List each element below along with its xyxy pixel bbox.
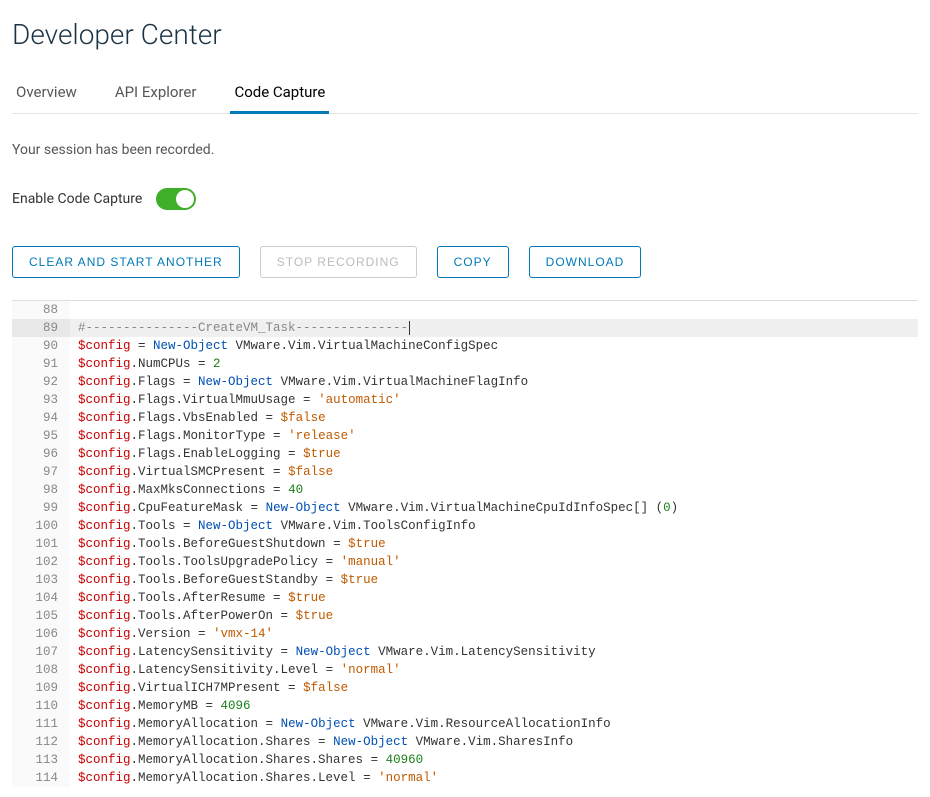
line-number: 106 bbox=[12, 625, 70, 643]
code-content[interactable]: $config.MemoryAllocation.Shares.Shares =… bbox=[70, 751, 423, 769]
stop-recording-button: STOP RECORDING bbox=[260, 246, 417, 278]
code-content[interactable]: $config.Flags.VirtualMmuUsage = 'automat… bbox=[70, 391, 401, 409]
code-line[interactable]: 88 bbox=[12, 301, 918, 319]
code-content[interactable]: $config.Flags.EnableLogging = $true bbox=[70, 445, 341, 463]
code-line[interactable]: 95$config.Flags.MonitorType = 'release' bbox=[12, 427, 918, 445]
line-number: 114 bbox=[12, 769, 70, 787]
tab-code-capture[interactable]: Code Capture bbox=[230, 75, 329, 113]
code-line[interactable]: 98$config.MaxMksConnections = 40 bbox=[12, 481, 918, 499]
code-content[interactable]: $config.Tools.BeforeGuestStandby = $true bbox=[70, 571, 378, 589]
code-line[interactable]: 114$config.MemoryAllocation.Shares.Level… bbox=[12, 769, 918, 787]
tab-bar: Overview API Explorer Code Capture bbox=[12, 75, 918, 114]
clear-start-another-button[interactable]: CLEAR AND START ANOTHER bbox=[12, 246, 240, 278]
code-line[interactable]: 106$config.Version = 'vmx-14' bbox=[12, 625, 918, 643]
line-number: 101 bbox=[12, 535, 70, 553]
code-line[interactable]: 102$config.Tools.ToolsUpgradePolicy = 'm… bbox=[12, 553, 918, 571]
code-content[interactable]: $config.Version = 'vmx-14' bbox=[70, 625, 273, 643]
code-content[interactable]: $config.LatencySensitivity.Level = 'norm… bbox=[70, 661, 401, 679]
code-content[interactable]: $config.NumCPUs = 2 bbox=[70, 355, 221, 373]
code-content[interactable]: $config.MaxMksConnections = 40 bbox=[70, 481, 303, 499]
line-number: 91 bbox=[12, 355, 70, 373]
code-content[interactable]: $config.Tools.AfterPowerOn = $true bbox=[70, 607, 333, 625]
line-number: 100 bbox=[12, 517, 70, 535]
line-number: 95 bbox=[12, 427, 70, 445]
code-line[interactable]: 112$config.MemoryAllocation.Shares = New… bbox=[12, 733, 918, 751]
page-title: Developer Center bbox=[12, 18, 918, 51]
code-line[interactable]: 107$config.LatencySensitivity = New-Obje… bbox=[12, 643, 918, 661]
line-number: 93 bbox=[12, 391, 70, 409]
code-line[interactable]: 91$config.NumCPUs = 2 bbox=[12, 355, 918, 373]
code-line[interactable]: 103$config.Tools.BeforeGuestStandby = $t… bbox=[12, 571, 918, 589]
line-number: 110 bbox=[12, 697, 70, 715]
code-line[interactable]: 109$config.VirtualICH7MPresent = $false bbox=[12, 679, 918, 697]
line-number: 89 bbox=[12, 319, 70, 337]
text-cursor-icon bbox=[409, 321, 410, 335]
code-line[interactable]: 113$config.MemoryAllocation.Shares.Share… bbox=[12, 751, 918, 769]
line-number: 90 bbox=[12, 337, 70, 355]
tab-overview[interactable]: Overview bbox=[12, 75, 81, 113]
code-content[interactable]: $config.Flags.MonitorType = 'release' bbox=[70, 427, 356, 445]
toggle-knob-icon bbox=[176, 190, 194, 208]
code-content[interactable]: $config.CpuFeatureMask = New-Object VMwa… bbox=[70, 499, 678, 517]
code-line[interactable]: 101$config.Tools.BeforeGuestShutdown = $… bbox=[12, 535, 918, 553]
code-line[interactable]: 111$config.MemoryAllocation = New-Object… bbox=[12, 715, 918, 733]
code-content[interactable]: $config.VirtualICH7MPresent = $false bbox=[70, 679, 348, 697]
code-content[interactable]: $config.Flags = New-Object VMware.Vim.Vi… bbox=[70, 373, 528, 391]
code-line[interactable]: 94$config.Flags.VbsEnabled = $false bbox=[12, 409, 918, 427]
code-content[interactable]: $config.VirtualSMCPresent = $false bbox=[70, 463, 333, 481]
line-number: 105 bbox=[12, 607, 70, 625]
code-line[interactable]: 97$config.VirtualSMCPresent = $false bbox=[12, 463, 918, 481]
code-content[interactable]: $config.MemoryAllocation = New-Object VM… bbox=[70, 715, 611, 733]
line-number: 92 bbox=[12, 373, 70, 391]
code-content[interactable]: $config.Tools = New-Object VMware.Vim.To… bbox=[70, 517, 476, 535]
code-line[interactable]: 110$config.MemoryMB = 4096 bbox=[12, 697, 918, 715]
code-content[interactable] bbox=[70, 301, 78, 319]
code-editor[interactable]: 8889#---------------CreateVM_Task-------… bbox=[12, 300, 918, 787]
code-line[interactable]: 100$config.Tools = New-Object VMware.Vim… bbox=[12, 517, 918, 535]
code-line[interactable]: 93$config.Flags.VirtualMmuUsage = 'autom… bbox=[12, 391, 918, 409]
code-line[interactable]: 105$config.Tools.AfterPowerOn = $true bbox=[12, 607, 918, 625]
enable-code-capture-toggle[interactable] bbox=[156, 188, 196, 210]
code-content[interactable]: $config = New-Object VMware.Vim.VirtualM… bbox=[70, 337, 498, 355]
line-number: 113 bbox=[12, 751, 70, 769]
code-content[interactable]: $config.Tools.BeforeGuestShutdown = $tru… bbox=[70, 535, 386, 553]
line-number: 109 bbox=[12, 679, 70, 697]
code-line[interactable]: 104$config.Tools.AfterResume = $true bbox=[12, 589, 918, 607]
code-line[interactable]: 92$config.Flags = New-Object VMware.Vim.… bbox=[12, 373, 918, 391]
line-number: 104 bbox=[12, 589, 70, 607]
code-line[interactable]: 89#---------------CreateVM_Task---------… bbox=[12, 319, 918, 337]
code-line[interactable]: 108$config.LatencySensitivity.Level = 'n… bbox=[12, 661, 918, 679]
code-content[interactable]: $config.Tools.ToolsUpgradePolicy = 'manu… bbox=[70, 553, 401, 571]
code-line[interactable]: 99$config.CpuFeatureMask = New-Object VM… bbox=[12, 499, 918, 517]
line-number: 94 bbox=[12, 409, 70, 427]
download-button[interactable]: DOWNLOAD bbox=[529, 246, 642, 278]
line-number: 111 bbox=[12, 715, 70, 733]
code-content[interactable]: $config.Flags.VbsEnabled = $false bbox=[70, 409, 326, 427]
line-number: 88 bbox=[12, 301, 70, 319]
code-content[interactable]: $config.MemoryAllocation.Shares = New-Ob… bbox=[70, 733, 573, 751]
enable-code-capture-row: Enable Code Capture bbox=[12, 188, 918, 210]
code-content[interactable]: $config.LatencySensitivity = New-Object … bbox=[70, 643, 596, 661]
line-number: 112 bbox=[12, 733, 70, 751]
code-line[interactable]: 96$config.Flags.EnableLogging = $true bbox=[12, 445, 918, 463]
action-button-row: CLEAR AND START ANOTHER STOP RECORDING C… bbox=[12, 246, 918, 278]
line-number: 96 bbox=[12, 445, 70, 463]
line-number: 97 bbox=[12, 463, 70, 481]
code-content[interactable]: $config.MemoryAllocation.Shares.Level = … bbox=[70, 769, 438, 787]
code-content[interactable]: #---------------CreateVM_Task-----------… bbox=[70, 319, 918, 337]
copy-button[interactable]: COPY bbox=[437, 246, 509, 278]
code-line[interactable]: 90$config = New-Object VMware.Vim.Virtua… bbox=[12, 337, 918, 355]
line-number: 108 bbox=[12, 661, 70, 679]
enable-code-capture-label: Enable Code Capture bbox=[12, 191, 142, 207]
code-content[interactable]: $config.MemoryMB = 4096 bbox=[70, 697, 251, 715]
line-number: 103 bbox=[12, 571, 70, 589]
line-number: 99 bbox=[12, 499, 70, 517]
line-number: 107 bbox=[12, 643, 70, 661]
line-number: 98 bbox=[12, 481, 70, 499]
session-message: Your session has been recorded. bbox=[12, 142, 918, 158]
line-number: 102 bbox=[12, 553, 70, 571]
tab-api-explorer[interactable]: API Explorer bbox=[111, 75, 201, 113]
code-content[interactable]: $config.Tools.AfterResume = $true bbox=[70, 589, 326, 607]
